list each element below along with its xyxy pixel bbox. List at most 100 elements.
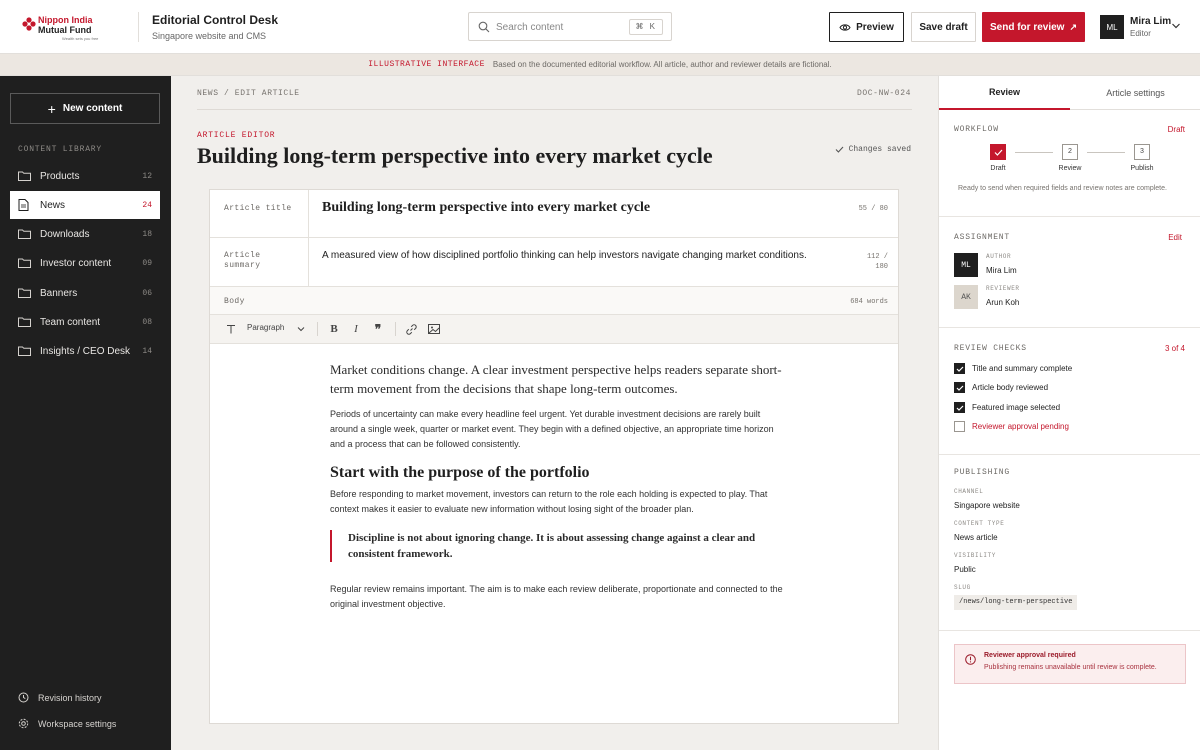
article-body-editor[interactable]: Market conditions change. A clear invest… — [330, 360, 790, 612]
brand-tagline: Wealth sets you free — [62, 36, 99, 41]
body-lead-paragraph: Market conditions change. A clear invest… — [330, 362, 782, 396]
summary-count-line-1: 112 / — [866, 253, 888, 261]
bold-icon[interactable]: B — [327, 322, 341, 336]
workflow-step-label: Publish — [1130, 165, 1154, 172]
summary-char-count: 112 / 180 — [867, 252, 888, 272]
user-name: Mira Lim — [1130, 16, 1172, 27]
workflow-step-label: Review — [1058, 165, 1082, 172]
brand-line-2: Mutual Fund — [38, 25, 92, 35]
visibility-value[interactable]: Public — [954, 565, 976, 574]
banner-text: Based on the documented editorial workfl… — [492, 60, 832, 69]
sidebar-item-count: 09 — [142, 258, 152, 268]
alert-text: Publishing remains unavailable until rev… — [984, 664, 1157, 671]
article-summary-input[interactable]: A measured view of how disciplined portf… — [322, 250, 852, 261]
text-style-icon[interactable] — [224, 322, 238, 336]
sidebar-item-label: News — [40, 199, 66, 211]
workflow-note: Ready to send when required fields and r… — [958, 185, 1167, 192]
sidebar-item-banners[interactable]: Banners 06 — [10, 279, 160, 307]
workflow-status: Draft — [1167, 125, 1185, 134]
checkbox-checked-icon — [954, 363, 965, 374]
check-label: Reviewer approval pending — [972, 422, 1069, 431]
author-avatar: ML — [954, 253, 978, 277]
save-status: Changes saved — [835, 145, 911, 154]
send-for-review-button[interactable]: Send for review ↗ — [982, 12, 1085, 42]
sidebar-item-news[interactable]: News 24 — [10, 191, 160, 219]
workflow-step-label: Draft — [990, 165, 1006, 172]
image-icon[interactable] — [427, 322, 441, 336]
check-reviewer-approval[interactable]: Reviewer approval pending — [954, 421, 1069, 432]
sidebar-item-label: Investor content — [40, 257, 112, 269]
article-title-input[interactable]: Building long-term perspective into ever… — [322, 200, 822, 216]
check-body-reviewed[interactable]: Article body reviewed — [954, 382, 1048, 393]
approval-alert: Reviewer approval required Publishing re… — [954, 644, 1186, 684]
check-icon — [994, 149, 1002, 156]
review-checks-heading: REVIEW CHECKS — [954, 344, 1027, 353]
sidebar: + New content CONTENT LIBRARY Products 1… — [0, 76, 171, 750]
check-title-summary[interactable]: Title and summary complete — [954, 363, 1072, 374]
sidebar-item-count: 24 — [142, 200, 152, 210]
field-separator — [308, 238, 309, 286]
toolbar-divider — [317, 322, 318, 336]
sidebar-item-label: Banners — [40, 287, 78, 299]
new-content-label: New content — [62, 103, 123, 114]
sidebar-item-products[interactable]: Products 12 — [10, 162, 160, 190]
revision-history-link[interactable]: Revision history — [18, 692, 102, 703]
edit-assignment-link[interactable]: Edit — [1168, 233, 1182, 242]
header-divider — [138, 12, 139, 42]
tab-article-settings[interactable]: Article settings — [1070, 76, 1200, 110]
workspace-settings-link[interactable]: Workspace settings — [18, 718, 116, 729]
checkbox-checked-icon — [954, 382, 965, 393]
preview-button[interactable]: Preview — [829, 12, 904, 42]
document-icon — [18, 199, 32, 211]
title-field-label: Article title — [224, 204, 292, 213]
word-count: 684 words — [850, 298, 888, 306]
quote-icon[interactable]: ❞ — [371, 322, 385, 336]
preview-button-label: Preview — [856, 21, 894, 33]
content-type-label: CONTENT TYPE — [954, 520, 1005, 527]
sidebar-item-count: 08 — [142, 317, 152, 327]
channel-value[interactable]: Singapore website — [954, 501, 1020, 510]
editor-main: NEWS / EDIT ARTICLE DOC-NW-024 ARTICLE E… — [171, 76, 938, 750]
sidebar-item-count: 18 — [142, 229, 152, 239]
slug-value[interactable]: /news/long-term-perspective — [954, 595, 1078, 610]
body-label-row: Body 684 words — [210, 287, 898, 315]
send-for-review-label: Send for review — [989, 21, 1065, 33]
tab-review[interactable]: Review — [939, 76, 1070, 110]
chevron-down-icon[interactable] — [1171, 22, 1181, 30]
summary-row: Article summary A measured view of how d… — [210, 238, 898, 287]
breadcrumb[interactable]: NEWS / EDIT ARTICLE — [197, 89, 300, 98]
italic-icon[interactable]: I — [349, 322, 363, 336]
eye-icon — [839, 23, 851, 31]
chevron-down-icon[interactable] — [295, 322, 307, 336]
author-role-label: AUTHOR — [986, 253, 1012, 260]
review-checks-progress: 3 of 4 — [1164, 344, 1185, 353]
search-input[interactable] — [496, 19, 636, 35]
sidebar-item-downloads[interactable]: Downloads 18 — [10, 220, 160, 248]
brand-line-1: Nippon India — [38, 15, 93, 25]
workspace-settings-label: Workspace settings — [38, 718, 117, 729]
top-bar: Nippon India Mutual Fund Wealth sets you… — [0, 0, 1200, 54]
check-label: Article body reviewed — [972, 383, 1049, 392]
new-content-button[interactable]: + New content — [10, 93, 160, 124]
checkbox-checked-icon — [954, 402, 965, 413]
editor-kicker: ARTICLE EDITOR — [197, 131, 276, 140]
sidebar-item-label: Team content — [40, 316, 101, 328]
body-pull-quote: Discipline is not about ignoring change.… — [330, 530, 790, 562]
paragraph-style-select[interactable]: Paragraph — [247, 323, 284, 332]
revision-history-label: Revision history — [38, 692, 102, 703]
summary-count-line-2: 180 — [875, 263, 888, 271]
sidebar-item-insights[interactable]: Insights / CEO Desk 14 — [10, 337, 160, 365]
sidebar-item-team-content[interactable]: Team content 08 — [10, 308, 160, 336]
gear-icon — [18, 718, 29, 729]
link-icon[interactable] — [404, 322, 418, 336]
save-draft-button[interactable]: Save draft — [911, 12, 976, 42]
sidebar-item-label: Downloads — [40, 228, 90, 240]
check-featured-image[interactable]: Featured image selected — [954, 402, 1060, 413]
content-type-value[interactable]: News article — [954, 533, 998, 542]
banner-tag: ILLUSTRATIVE INTERFACE — [368, 60, 485, 69]
review-panel: Review Article settings WORKFLOW Draft 2… — [938, 76, 1200, 750]
brand-logo[interactable]: Nippon India Mutual Fund Wealth sets you… — [22, 13, 132, 41]
user-avatar[interactable]: ML — [1100, 15, 1124, 39]
sidebar-item-investor-content[interactable]: Investor content 09 — [10, 249, 160, 277]
section-divider — [939, 327, 1200, 328]
